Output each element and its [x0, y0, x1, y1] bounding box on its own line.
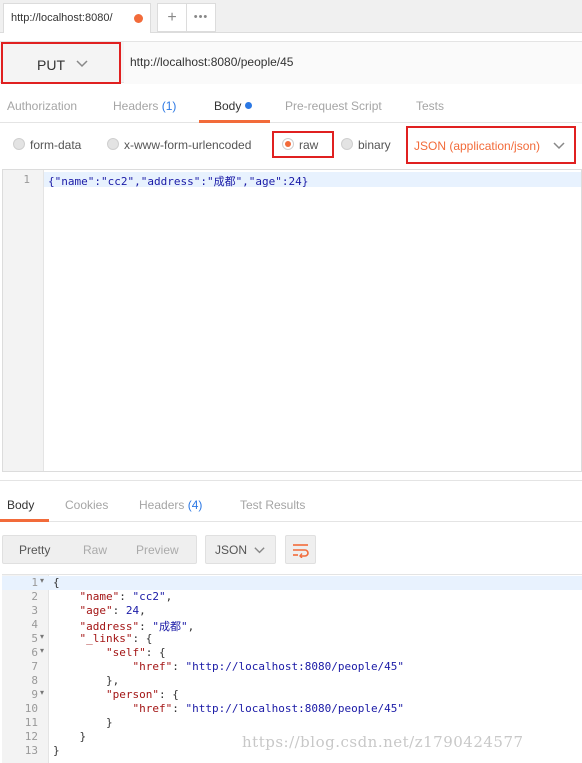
radio-circle: [13, 138, 25, 150]
response-code: "_links": {: [79, 632, 153, 645]
radio-form-data-label: form-data: [30, 138, 82, 152]
response-tab-headers[interactable]: Headers (4): [139, 498, 202, 512]
line-number: 2: [31, 590, 38, 603]
response-code: "href": "http://localhost:8080/people/45…: [132, 702, 405, 715]
response-line: 4 "address": "成都",: [2, 618, 582, 633]
editor-gutter: 1: [3, 170, 44, 471]
request-tabs: Authorization Headers (1) Body Pre-reque…: [0, 91, 582, 123]
fold-toggle-icon[interactable]: ▾: [40, 688, 44, 697]
unsaved-dot-icon: [134, 14, 143, 23]
raw-button[interactable]: Raw: [83, 543, 107, 557]
radio-circle: [107, 138, 119, 150]
line-number: 3: [31, 604, 38, 617]
request-tab-title: http://localhost:8080/: [11, 12, 113, 24]
wrap-lines-button[interactable]: [285, 535, 316, 564]
response-code: "age": 24,: [79, 604, 146, 617]
response-code: }: [53, 730, 87, 743]
request-body-editor[interactable]: 1 {"name":"cc2","address":"成都","age":24}: [2, 169, 582, 472]
response-tab-cookies[interactable]: Cookies: [65, 498, 108, 512]
response-line: 7 "href": "http://localhost:8080/people/…: [2, 660, 582, 674]
response-code: {: [53, 576, 60, 589]
line-number: 1: [23, 173, 30, 186]
response-tab-headers-count: (4): [187, 498, 203, 512]
response-code: "href": "http://localhost:8080/people/45…: [132, 660, 405, 673]
tab-authorization[interactable]: Authorization: [7, 99, 77, 113]
response-code: "person": {: [105, 688, 179, 701]
request-body-code: {"name":"cc2","address":"成都","age":24}: [48, 175, 309, 188]
response-tabs: Body Cookies Headers (4) Test Results: [0, 490, 582, 522]
new-tab-button[interactable]: +: [157, 3, 187, 32]
active-tab-underline: [199, 120, 270, 123]
line-number: 8: [31, 674, 38, 687]
line-number: 13: [24, 744, 38, 757]
response-tab-headers-label: Headers: [139, 498, 185, 512]
response-line: 10 "href": "http://localhost:8080/people…: [2, 702, 582, 716]
line-number: 10: [24, 702, 38, 715]
response-code: "name": "cc2",: [79, 590, 173, 603]
radio-circle: [341, 138, 353, 150]
chevron-down-icon: [553, 142, 565, 150]
view-mode-group: Pretty Raw Preview: [2, 535, 197, 564]
line-number: 1: [31, 576, 38, 589]
request-line: http://localhost:8080/people/45 PUT: [0, 41, 582, 84]
radio-urlencoded-label: x-www-form-urlencoded: [124, 138, 252, 152]
line-number: 4: [31, 618, 38, 631]
active-tab-underline: [0, 519, 49, 522]
response-code: },: [53, 674, 120, 687]
line-number: 11: [24, 716, 38, 729]
tab-bar: http://localhost:8080/ + •••: [0, 0, 582, 33]
response-line: 9 ▾ "person": {: [2, 688, 582, 702]
response-code: }: [53, 744, 60, 757]
response-line: 6 ▾ "self": {: [2, 646, 582, 660]
response-format-select[interactable]: JSON: [205, 535, 276, 564]
response-line: 2 "name": "cc2",: [2, 590, 582, 604]
chevron-down-icon: [76, 60, 88, 68]
radio-form-data[interactable]: form-data: [13, 138, 82, 152]
tab-body-label: Body: [214, 99, 242, 113]
tab-headers[interactable]: Headers (1): [113, 99, 176, 113]
response-line: 11 }: [2, 716, 582, 730]
response-tab-body[interactable]: Body: [7, 498, 34, 512]
more-tabs-button[interactable]: •••: [187, 3, 216, 32]
response-line: 8 },: [2, 674, 582, 688]
response-line: 3 "age": 24,: [2, 604, 582, 618]
tab-tests[interactable]: Tests: [416, 99, 444, 113]
line-number: 5: [31, 632, 38, 645]
content-type-label: JSON (application/json): [414, 139, 541, 153]
tab-prerequest-script[interactable]: Pre-request Script: [285, 99, 382, 113]
radio-urlencoded[interactable]: x-www-form-urlencoded: [107, 138, 252, 152]
response-line: 1 ▾ {: [2, 576, 582, 590]
response-tab-test-results[interactable]: Test Results: [240, 498, 305, 512]
url-value: http://localhost:8080/people/45: [130, 55, 294, 69]
request-tab[interactable]: http://localhost:8080/: [3, 3, 151, 33]
line-number: 12: [24, 730, 38, 743]
content-type-select[interactable]: JSON (application/json): [406, 126, 576, 164]
preview-button[interactable]: Preview: [136, 543, 179, 557]
line-number: 9: [31, 688, 38, 701]
response-format-label: JSON: [215, 543, 248, 557]
radio-binary-label: binary: [358, 138, 391, 152]
response-code: }: [53, 716, 113, 729]
tab-headers-count: (1): [161, 99, 177, 113]
fold-toggle-icon[interactable]: ▾: [40, 632, 44, 641]
body-indicator-dot-icon: [245, 102, 253, 109]
response-code: "self": {: [105, 646, 166, 659]
method-label: PUT: [37, 57, 65, 73]
response-line: 5 ▾ "_links": {: [2, 632, 582, 646]
method-select[interactable]: PUT: [1, 42, 121, 84]
response-divider: [0, 480, 582, 481]
watermark: https://blog.csdn.net/z1790424577: [242, 733, 524, 751]
chevron-down-icon: [254, 547, 265, 554]
url-input[interactable]: http://localhost:8080/people/45: [124, 42, 582, 84]
pretty-button[interactable]: Pretty: [19, 543, 50, 557]
raw-highlight-box: [272, 131, 334, 158]
radio-binary[interactable]: binary: [341, 138, 391, 152]
fold-toggle-icon[interactable]: ▾: [40, 646, 44, 655]
line-number: 6: [31, 646, 38, 659]
tab-headers-label: Headers: [113, 99, 159, 113]
fold-toggle-icon[interactable]: ▾: [40, 576, 44, 585]
wrap-lines-icon: [293, 544, 309, 558]
line-number: 7: [31, 660, 38, 673]
tab-body[interactable]: Body: [214, 99, 253, 113]
